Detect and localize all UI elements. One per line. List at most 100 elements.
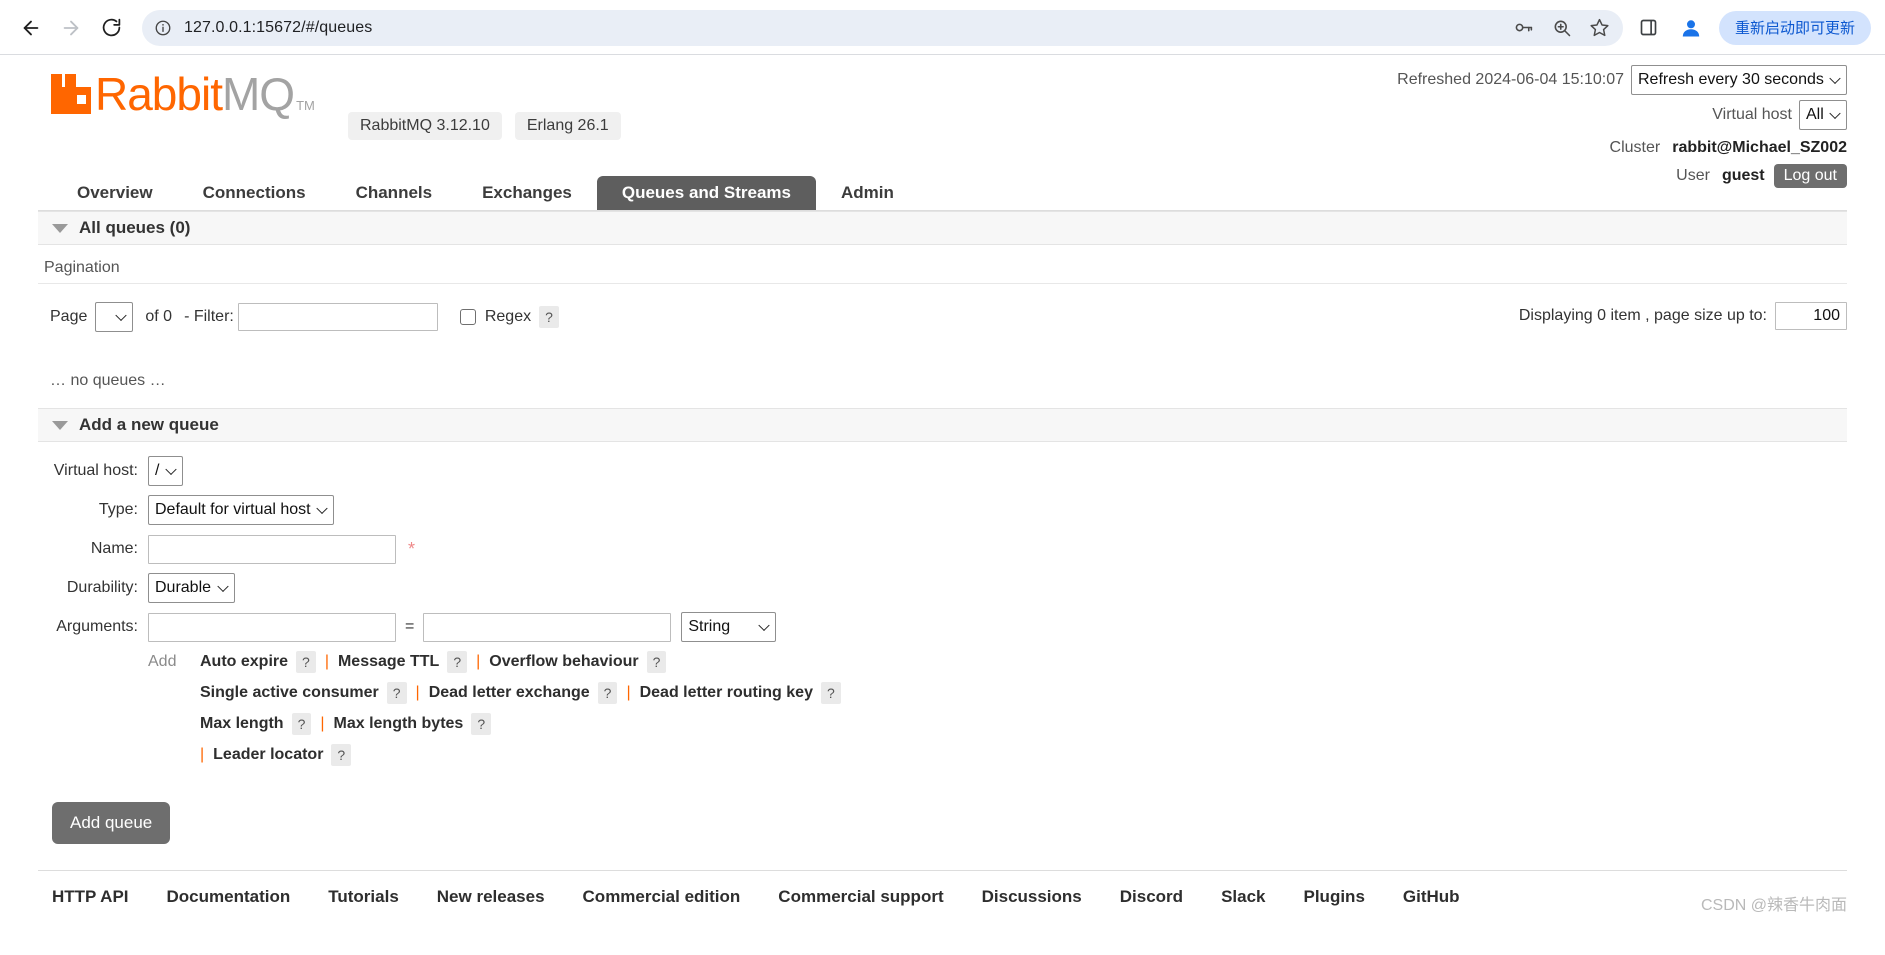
preset-max-length-bytes[interactable]: Max length bytes [334,715,464,733]
page-select-wrap[interactable] [95,302,134,332]
preset-dead-letter-exchange[interactable]: Dead letter exchange [429,684,590,702]
page-label: Page [50,308,88,325]
update-button-label: 重新启动即可更新 [1734,20,1855,37]
arguments-field-label: Arguments: [56,618,138,635]
footer-link-slack[interactable]: Slack [1221,887,1265,907]
preset-separator: | [324,653,329,670]
form-vhost-select-wrap[interactable]: / [148,456,183,486]
rabbitmq-logo[interactable]: RabbitMQ TM [51,71,315,117]
preset-separator: | [626,684,631,701]
tab-channels[interactable]: Channels [331,176,458,210]
name-field-label: Name: [90,540,138,557]
preset-message-ttl[interactable]: Message TTL [338,653,439,671]
footer-link-discussions[interactable]: Discussions [982,887,1082,907]
vhost-select[interactable]: All [1799,100,1847,130]
user-label: User [1676,167,1710,184]
preset-single-active-consumer[interactable]: Single active consumer [200,684,379,702]
csdn-watermark: CSDN @辣香牛肉面 [1700,897,1847,914]
auto-expire-help-icon[interactable]: ? [296,651,316,673]
overflow-behaviour-help-icon[interactable]: ? [646,651,667,673]
single-active-consumer-help-icon[interactable]: ? [386,682,407,704]
form-vhost-select[interactable]: / [148,456,183,486]
dead-letter-exchange-help-icon[interactable]: ? [597,682,618,704]
tab-overview[interactable]: Overview [52,176,178,210]
form-row-type: Type: Default for virtual host [38,495,1847,525]
durability-select[interactable]: Durable [148,573,235,603]
forward-button[interactable] [54,11,88,45]
site-info-icon[interactable] [152,17,174,39]
no-queues-message: … no queues … [50,372,166,389]
regex-checkbox[interactable] [459,309,476,325]
back-arrow-icon [20,17,42,39]
all-queues-section-header[interactable]: All queues (0) [38,211,1847,245]
footer-link-commercial-edition[interactable]: Commercial edition [583,887,741,907]
preset-max-length[interactable]: Max length [200,715,284,733]
argument-key-input[interactable] [148,612,396,642]
back-button[interactable] [14,11,48,45]
password-key-icon[interactable] [1513,17,1535,39]
regex-help-icon[interactable]: ? [539,306,559,328]
logout-button[interactable]: Log out [1773,164,1847,188]
footer-link-new-releases[interactable]: New releases [437,887,545,907]
preset-auto-expire[interactable]: Auto expire [200,653,288,671]
message-ttl-help-icon[interactable]: ? [447,651,468,673]
page-select[interactable] [95,302,134,332]
argument-type-select-wrap[interactable]: String [681,612,777,642]
required-asterisk: * [408,538,416,559]
preset-separator: | [415,684,420,701]
profile-avatar-icon[interactable] [1677,14,1705,42]
footer-link-github[interactable]: GitHub [1403,887,1460,907]
tab-exchanges[interactable]: Exchanges [457,176,597,210]
displaying-info: Displaying 0 item , page size up to: [1519,302,1847,330]
tab-connections[interactable]: Connections [178,176,331,210]
queue-type-select[interactable]: Default for virtual host [148,495,334,525]
collapse-triangle-icon[interactable] [52,223,68,233]
pagination-label: Pagination [38,245,1847,284]
preset-line: Max length ? | Max length bytes ? [200,713,841,735]
footer-link-commercial-support[interactable]: Commercial support [778,887,943,907]
bookmark-star-icon[interactable] [1589,17,1611,39]
leader-locator-help-icon[interactable]: ? [331,744,352,766]
preset-dead-letter-routing-key[interactable]: Dead letter routing key [640,684,813,702]
footer-link-tutorials[interactable]: Tutorials [328,887,399,907]
add-queue-submit-button[interactable]: Add queue [52,802,171,844]
add-queue-section-header[interactable]: Add a new queue [38,408,1847,442]
tab-queues-and-streams[interactable]: Queues and Streams [596,176,816,210]
dead-letter-routing-key-help-icon[interactable]: ? [820,682,841,704]
equals-sign: = [405,618,415,635]
collapse-triangle-icon[interactable] [52,420,68,430]
filter-input[interactable] [237,303,438,331]
argument-value-input[interactable] [423,612,672,642]
vhost-select-wrap[interactable]: All [1799,100,1847,130]
queue-name-input[interactable] [148,534,396,564]
refresh-interval-select[interactable]: Refresh every 30 seconds [1631,65,1847,95]
durability-select-wrap[interactable]: Durable [148,573,235,603]
preset-line: Auto expire ? | Message TTL ? | Overflow… [200,651,841,673]
tab-admin[interactable]: Admin [816,176,919,210]
footer-link-documentation[interactable]: Documentation [167,887,291,907]
user-row: User guest Log out [1397,163,1847,189]
vhost-field-label: Virtual host: [53,462,138,479]
page-size-input[interactable] [1775,302,1847,330]
argument-type-select[interactable]: String [681,612,777,642]
restart-to-update-button[interactable]: 重新启动即可更新 [1718,10,1871,45]
preset-line: | Leader locator ? [200,744,841,766]
cluster-row: Cluster rabbit@Michael_SZ002 [1397,135,1847,161]
address-bar[interactable]: 127.0.0.1:15672/#/queues [142,9,1623,46]
footer-link-discord[interactable]: Discord [1120,887,1183,907]
max-length-bytes-help-icon[interactable]: ? [471,713,492,735]
vhost-row: Virtual host All [1397,100,1847,130]
refresh-interval-select-wrap[interactable]: Refresh every 30 seconds [1631,65,1847,95]
side-panel-icon[interactable] [1635,14,1663,42]
queue-type-select-wrap[interactable]: Default for virtual host [148,495,334,525]
footer-link-http-api[interactable]: HTTP API [52,887,129,907]
preset-leader-locator[interactable]: Leader locator [213,746,323,764]
add-queue-form: Virtual host: / Type: Default for virtua… [38,442,1847,844]
refreshed-label: Refreshed 2024-06-04 15:10:07 [1397,71,1624,88]
type-field-label: Type: [98,501,138,518]
zoom-magnifier-icon[interactable] [1551,17,1573,39]
reload-button[interactable] [94,11,128,45]
preset-overflow-behaviour[interactable]: Overflow behaviour [489,653,638,671]
max-length-help-icon[interactable]: ? [291,713,312,735]
footer-link-plugins[interactable]: Plugins [1304,887,1365,907]
